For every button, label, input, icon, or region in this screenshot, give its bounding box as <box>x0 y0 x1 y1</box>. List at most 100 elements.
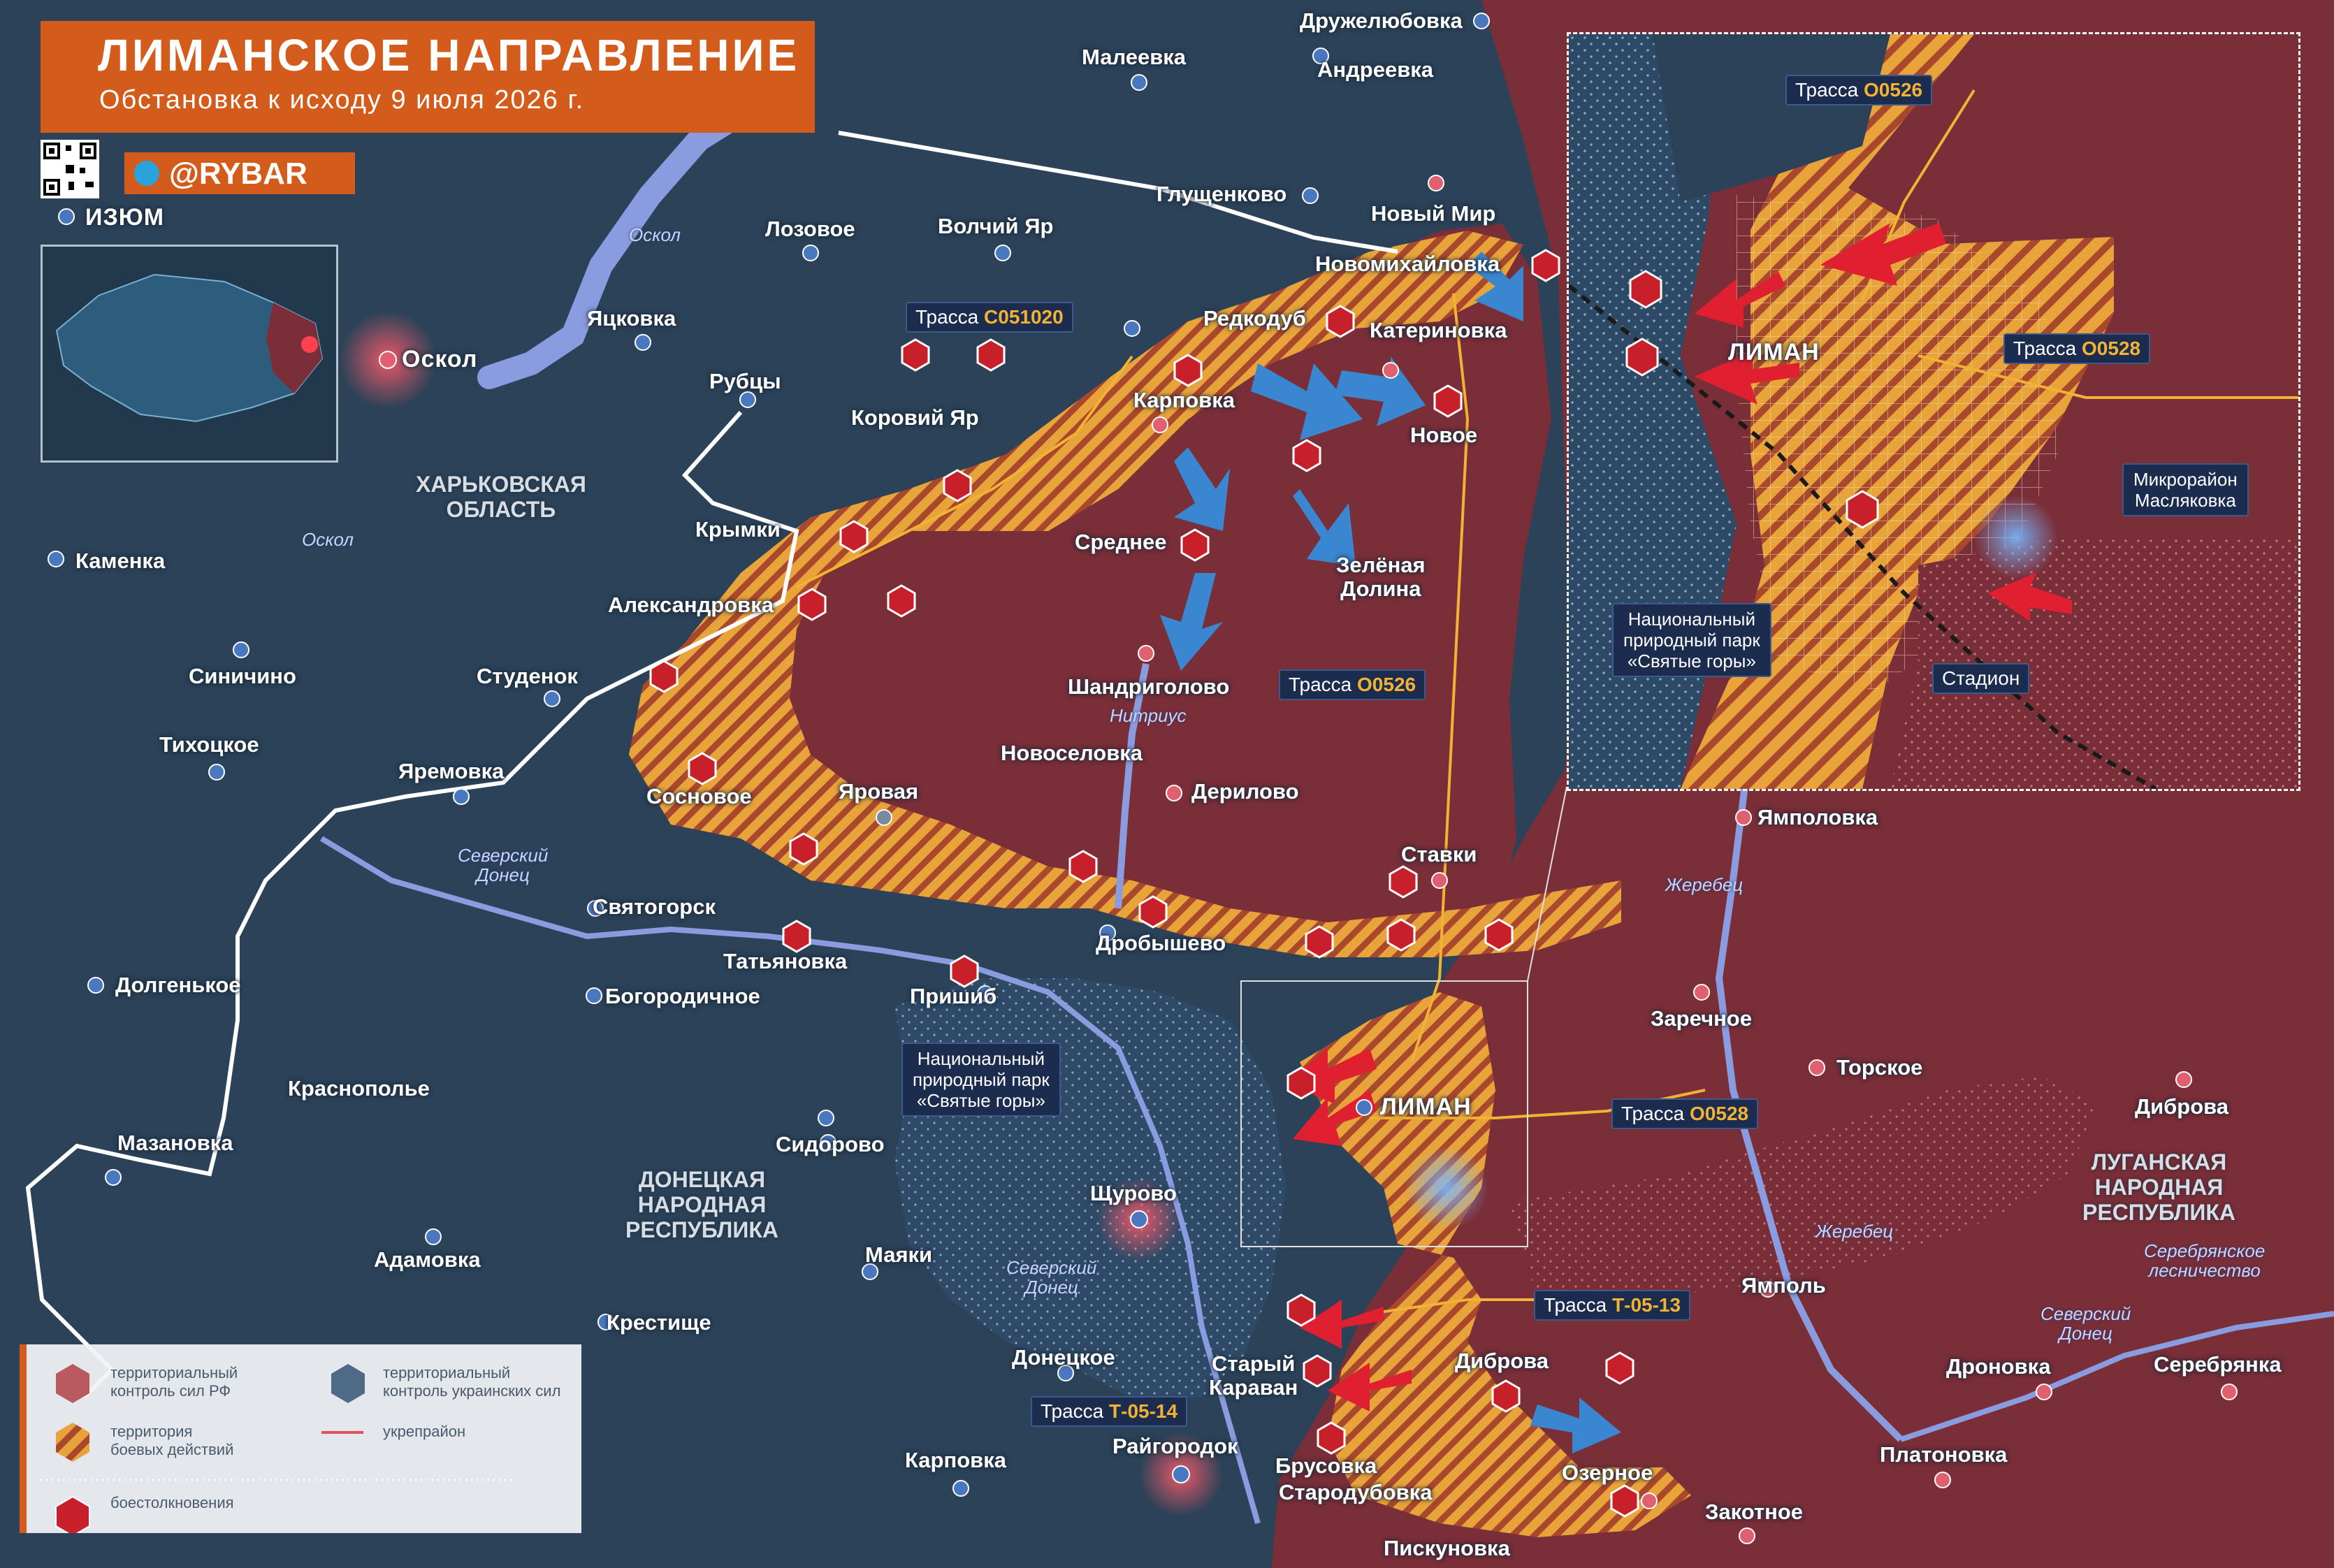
settlement-dolgenkoe: Долгенькое <box>115 973 241 997</box>
inset-liman-glow <box>1974 495 2058 579</box>
settlement-raygorodok: Райгородок <box>1112 1434 1238 1458</box>
map-subtitle: Обстановка к исходу 9 июля 2026 г. <box>99 85 585 115</box>
river-zherebets-label-2: Жеребец <box>1815 1221 1894 1242</box>
settlement-donetskoe: Донецкое <box>1012 1345 1115 1370</box>
telegram-icon <box>134 161 159 186</box>
settlement-dronovka: Дроновка <box>1946 1354 2051 1379</box>
settlement-maleevka: Малеевка <box>1082 45 1187 69</box>
settlement-yarovaya: Яровая <box>839 779 919 804</box>
settlement-glushchenkovo: Глущенково <box>1157 182 1287 206</box>
road-tag-code: О0526 <box>1357 674 1416 695</box>
qr-code <box>41 140 99 198</box>
legend-clashes-label: боестолкновения <box>110 1494 234 1511</box>
road-tag-prefix: Трасса <box>1289 674 1352 695</box>
settlement-liman: ЛИМАН <box>1380 1094 1472 1120</box>
settlement-ozernoe: Озерное <box>1562 1460 1653 1485</box>
inset-liman-label: ЛИМАН <box>1728 339 1820 365</box>
road-tag-code: Т-05-13 <box>1612 1294 1681 1316</box>
inset-stadium-label: Стадион <box>1932 663 2030 694</box>
legend-ua-control-label: территориальный контроль украинских сил <box>383 1364 561 1400</box>
minimap-target-marker <box>301 336 318 353</box>
liman-glow <box>1405 1146 1488 1230</box>
settlement-zelenaya-dolina: Зелёная Долина <box>1336 553 1426 601</box>
legend-combat-swatch <box>56 1423 89 1462</box>
river-seversky-donets-label-2: Северский Донец <box>1006 1257 1097 1298</box>
road-tag-code: О0528 <box>1690 1103 1749 1124</box>
river-nitrius-label: Нитриус <box>1110 705 1187 726</box>
settlement-srednee: Среднее <box>1075 530 1167 554</box>
settlement-starodubovka: Стародубовка <box>1279 1480 1433 1504</box>
settlement-adamovka: Адамовка <box>374 1247 481 1272</box>
region-donetsk: ДОНЕЦКАЯ НАРОДНАЯ РЕСПУБЛИКА <box>625 1167 778 1242</box>
river-zherebets-label: Жеребец <box>1665 874 1744 895</box>
map-title: ЛИМАНСКОЕ НАПРАВЛЕНИЕ <box>98 30 800 80</box>
settlement-brusovka: Брусовка <box>1275 1453 1377 1478</box>
road-tag-prefix: Трасса <box>1041 1400 1104 1422</box>
inset-road-tag-prefix: Трасса <box>2013 337 2077 359</box>
inset-road-tag-code: О0528 <box>2082 337 2141 359</box>
region-luhansk: ЛУГАНСКАЯ НАРОДНАЯ РЕСПУБЛИКА <box>2082 1149 2235 1225</box>
settlement-novy-mir: Новый Мир <box>1371 201 1496 226</box>
settlement-tatyanovka: Татьяновка <box>723 949 848 973</box>
settlement-prishib: Пришиб <box>910 984 997 1008</box>
settlement-novomikhaylovka: Новомихайловка <box>1315 252 1500 276</box>
legend-combat-label: территория боевых действий <box>110 1423 234 1458</box>
settlement-mayaki: Маяки <box>865 1242 933 1267</box>
region-serebryanskoe: Серебрянское лесничество <box>2144 1240 2266 1281</box>
settlement-krasnopolye: Краснополье <box>288 1076 430 1101</box>
settlement-yampol: Ямполь <box>1741 1273 1826 1298</box>
overview-minimap <box>41 245 338 463</box>
inset-road-tag-o0528: Трасса О0528 <box>2003 333 2151 364</box>
road-tag-prefix: Трасса <box>915 306 979 328</box>
settlement-sidorovo: Сидорово <box>776 1132 885 1156</box>
settlement-drobyshevo: Дробышево <box>1096 931 1226 955</box>
road-tag-o0526: Трасса О0526 <box>1279 669 1426 700</box>
settlement-karpovka-south: Карповка <box>905 1448 1006 1472</box>
road-tag-code: Т-05-14 <box>1109 1400 1178 1422</box>
river-seversky-donets-label: Северский Донец <box>458 845 549 885</box>
qr-code-icon <box>43 143 96 196</box>
settlement-karpovka-north: Карповка <box>1133 388 1235 412</box>
inset-park-label: Национальный природный парк «Святые горы… <box>1612 603 1771 677</box>
settlement-novoe: Новое <box>1410 423 1478 447</box>
road-tag-code: С051020 <box>984 306 1064 328</box>
settlement-yaremovka: Яремовка <box>398 759 505 783</box>
settlement-yatskovka: Яцковка <box>587 306 676 331</box>
road-tag-prefix: Трасса <box>1621 1103 1685 1124</box>
national-park-label: Национальный природный парк «Святые горы… <box>901 1043 1061 1117</box>
river-oskol-label: Оскол <box>629 224 681 245</box>
settlement-novoselovka: Новоселовка <box>1001 741 1143 765</box>
inset-road-tag-code: О0526 <box>1864 79 1923 101</box>
road-tag-t0513: Трасса Т-05-13 <box>1534 1290 1691 1321</box>
settlement-zarechnoe: Заречное <box>1651 1006 1752 1031</box>
settlement-torskoe: Торское <box>1836 1055 1923 1080</box>
settlement-lozovoe: Лозовое <box>765 217 855 241</box>
legend-clash-swatch <box>55 1495 90 1533</box>
settlement-koroviy-yar: Коровий Яр <box>851 405 979 430</box>
settlement-oskol: Оскол <box>402 346 478 372</box>
road-tag-c051020: Трасса С051020 <box>906 302 1073 333</box>
brand-badge[interactable]: @RYBAR <box>124 152 355 194</box>
settlement-krestishche: Крестище <box>607 1310 711 1335</box>
settlement-dibrova-south: Диброва <box>1455 1349 1549 1373</box>
settlement-yampolovka: Ямполовка <box>1757 805 1878 829</box>
settlement-tikhotskoe: Тихоцкое <box>159 732 259 757</box>
settlement-sosnovoe: Сосновое <box>646 784 752 808</box>
settlement-redkodub: Редкодуб <box>1203 306 1306 331</box>
legend-ru-swatch <box>56 1364 89 1403</box>
settlement-zakotnoe: Закотное <box>1705 1500 1804 1524</box>
settlement-stary-karavan: Старый Караван <box>1209 1351 1298 1400</box>
inset-road-tag-prefix: Трасса <box>1795 79 1859 101</box>
settlement-piskunovka: Пискуновка <box>1384 1536 1510 1560</box>
legend-ua-swatch <box>331 1364 365 1403</box>
legend-fortified-label: укрепрайон <box>383 1423 466 1440</box>
settlement-dibrova-east: Диброва <box>2135 1094 2229 1119</box>
settlement-svyatogorsk: Святогорск <box>593 894 716 919</box>
settlement-stavki: Ставки <box>1401 842 1477 866</box>
settlement-andreevka: Андреевка <box>1317 57 1434 82</box>
settlement-sinichino: Синичино <box>189 664 296 688</box>
settlement-aleksandrovka: Александровка <box>608 593 774 617</box>
road-tag-prefix: Трасса <box>1544 1294 1607 1316</box>
settlement-bogorodichnoe: Богородичное <box>605 984 760 1008</box>
brand-name: @RYBAR <box>169 157 307 191</box>
